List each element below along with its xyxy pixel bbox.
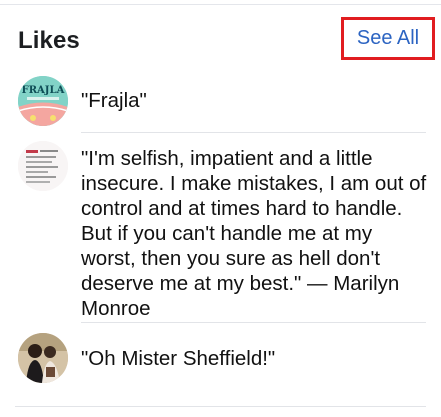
- like-name: "Frajla": [81, 89, 147, 112]
- see-all-link[interactable]: See All: [341, 17, 435, 60]
- list-item[interactable]: "Oh Mister Sheffield!": [0, 322, 441, 408]
- bottom-divider: [15, 406, 426, 407]
- list-item[interactable]: FRAJLA "Frajla": [0, 66, 441, 133]
- page-avatar[interactable]: FRAJLA: [18, 76, 68, 126]
- likes-list: FRAJLA "Frajla" "I'm selfish, impatient …: [0, 66, 441, 408]
- like-name: "Oh Mister Sheffield!": [81, 347, 276, 370]
- section-title: Likes: [18, 27, 80, 54]
- likes-section: Likes See All FRAJLA "Frajla" "I'm selfi…: [0, 0, 441, 417]
- list-item[interactable]: "I'm selfish, impatient and a little ins…: [0, 132, 441, 323]
- like-name: "I'm selfish, impatient and a little ins…: [81, 147, 427, 320]
- page-avatar[interactable]: [18, 141, 68, 191]
- page-avatar[interactable]: [18, 333, 68, 383]
- avatar-logo-text: FRAJLA: [22, 85, 65, 96]
- top-divider: [0, 4, 441, 5]
